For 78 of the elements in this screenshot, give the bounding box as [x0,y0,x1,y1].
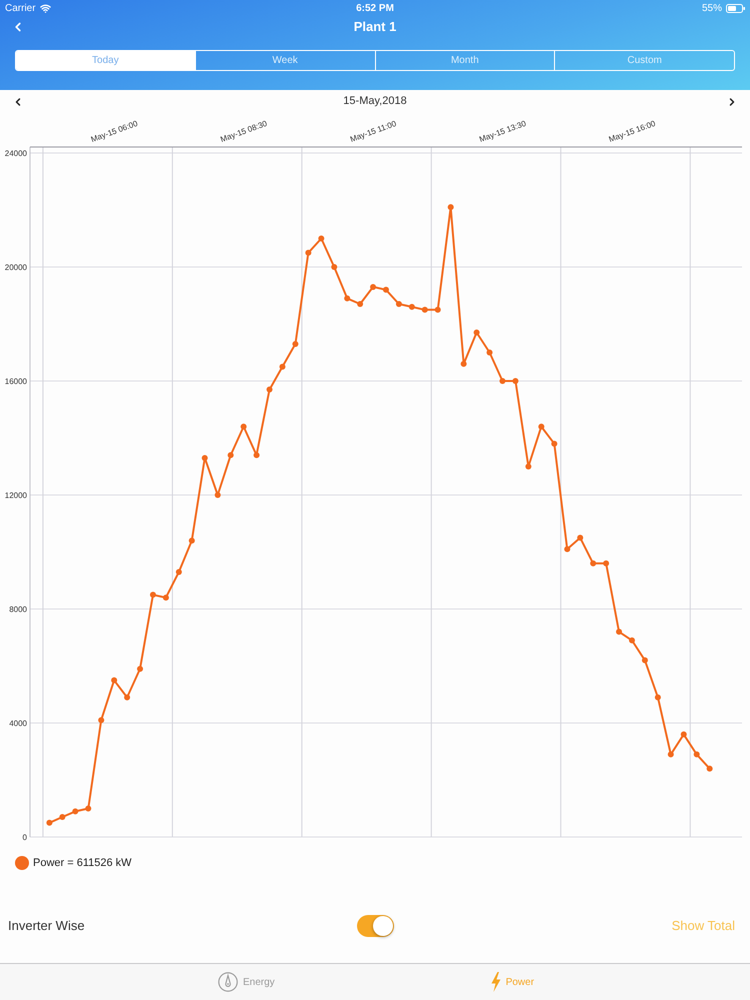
data-point [176,568,182,575]
date-label: 15-May,2018 [343,94,407,110]
y-axis-label: 4000 [9,719,27,728]
data-point [59,814,66,820]
data-point [357,301,364,308]
battery-percent: 55% [702,2,722,16]
data-point [642,657,648,664]
inverter-wise-label: Inverter Wise [8,917,85,936]
data-point [460,360,467,367]
data-point [434,306,441,313]
data-point [383,286,389,293]
data-point [214,492,221,498]
status-time: 6:52 PM [356,2,394,16]
y-axis-label: 12000 [4,491,27,500]
period-tab[interactable]: Custom [554,51,734,70]
data-point [292,340,298,347]
data-point [85,806,92,812]
data-point [396,301,402,308]
data-point [72,808,78,814]
data-point [228,452,234,458]
battery-icon [726,4,745,13]
legend-label: Power = 611526 kW [33,856,132,871]
tab-bar-item[interactable]: Power [490,972,534,992]
data-point [422,306,428,313]
data-point [111,677,118,684]
y-axis-label: 0 [22,833,27,842]
data-point [603,560,610,566]
carrier-label: Carrier [5,2,36,16]
y-axis-label: 16000 [4,377,27,386]
y-axis-label: 24000 [4,149,27,158]
wifi-icon [40,3,51,14]
data-point [486,350,493,356]
data-point [202,454,208,461]
data-point [137,666,144,672]
data-point [240,424,247,430]
data-point [500,378,506,384]
data-point [694,751,700,758]
data-point [680,731,687,738]
data-point [318,236,324,242]
gauge-icon [218,972,238,992]
data-point [577,534,584,541]
data-point [46,820,52,826]
data-point [188,538,195,544]
data-point [474,330,480,336]
data-point [279,364,286,370]
data-point [628,637,635,644]
data-point [706,766,713,772]
data-point [408,304,415,310]
data-point [331,264,338,270]
lightning-bolt-icon [490,972,501,992]
period-tab[interactable]: Today [16,51,195,70]
data-point [254,452,260,458]
data-point [305,250,312,256]
data-point [370,284,376,290]
data-point [590,560,596,566]
data-point [668,751,674,758]
data-point [538,424,544,430]
data-point [344,295,350,302]
inverter-wise-toggle[interactable] [357,915,394,937]
period-tab[interactable]: Month [374,51,554,70]
data-point [525,464,532,470]
data-point [150,592,156,598]
data-point [654,694,661,700]
data-point [266,386,272,393]
data-point [564,546,570,552]
data-point [162,594,169,601]
page-title: Plant 1 [354,18,396,36]
period-tab[interactable]: Week [194,51,374,70]
show-total-button[interactable]: Show Total [672,916,735,936]
data-point [551,440,558,447]
data-point [124,694,130,700]
data-point [98,717,104,724]
data-point [616,628,622,635]
y-axis-label: 20000 [4,263,27,272]
data-point [512,378,518,384]
tab-bar-item[interactable]: Energy [218,972,275,992]
data-point [448,204,454,210]
y-axis-label: 8000 [9,605,27,614]
